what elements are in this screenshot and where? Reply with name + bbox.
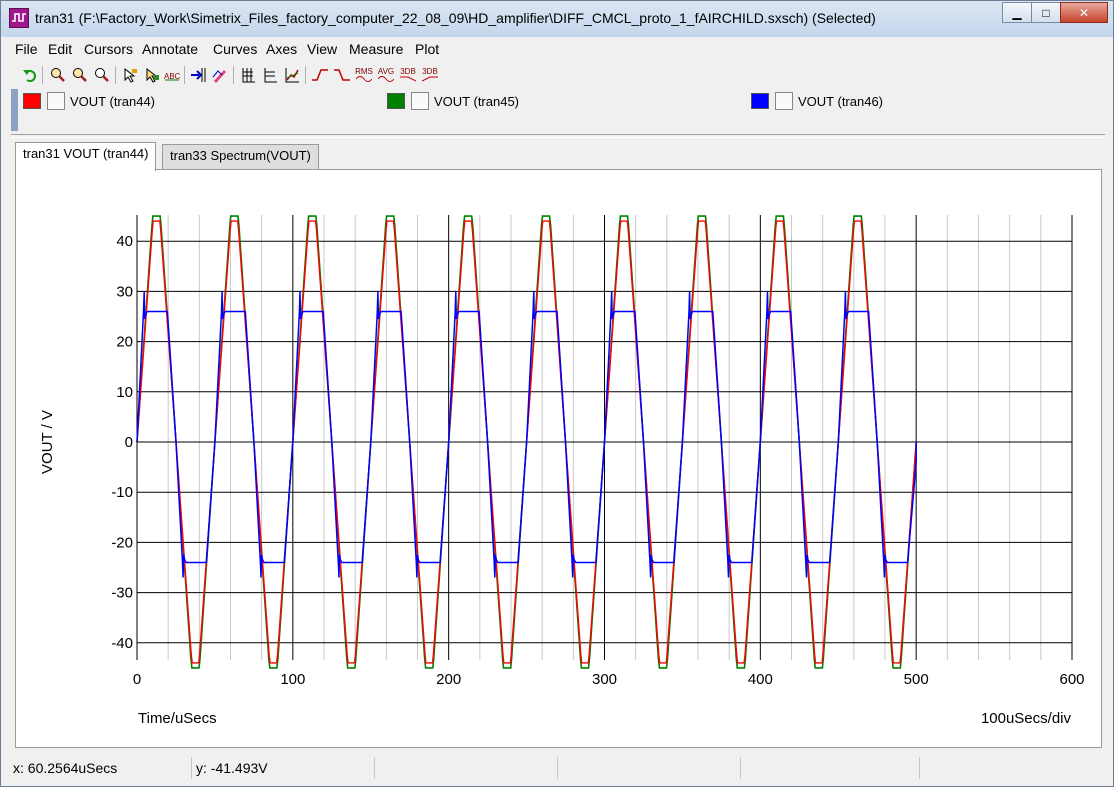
close-icon: ✕ [1078,5,1090,20]
legend-swatch-green [387,93,405,109]
3db-high-icon[interactable]: 3DB [399,66,417,84]
graph-icon[interactable] [283,66,301,84]
grid-b-icon[interactable] [261,66,279,84]
legend-label: VOUT (tran45) [434,94,520,109]
label-abc-icon[interactable]: ABC [163,66,181,84]
avg-icon[interactable]: AVG [377,66,395,84]
y-axis-label: VOUT / V [39,410,56,474]
legend-drag-handle[interactable] [11,89,18,131]
y-tick-label: 40 [116,233,133,250]
rms-label: RMS [355,67,373,76]
legend-checkbox[interactable] [411,92,429,110]
minimize-button[interactable]: ▁ [1002,2,1032,23]
x-tick-label: 100 [280,671,305,688]
legend-label: VOUT (tran44) [70,94,156,109]
edit-curve-icon[interactable] [211,66,229,84]
legend-swatch-blue [751,93,769,109]
3db-low-icon[interactable]: 3DB [421,66,439,84]
fall-icon[interactable] [333,66,351,84]
menu-measure[interactable]: Measure [349,41,403,57]
menu-axes[interactable]: Axes [266,41,297,57]
undo-icon[interactable] [21,66,39,84]
x-axis-label: Time/uSecs [138,710,217,727]
application-window: tran31 (F:\Factory_Work\Simetrix_Files_f… [0,0,1114,787]
divider [11,134,1105,138]
grid-a-icon[interactable] [239,66,257,84]
y-tick-label: -40 [111,635,133,652]
status-cell-empty [375,757,558,779]
x-scale-label: 100uSecs/div [981,710,1072,727]
menu-view[interactable]: View [307,41,337,57]
y-tick-label: 20 [116,334,133,351]
3db-label-a: 3DB [400,67,416,76]
maximize-button[interactable]: □ [1031,2,1061,23]
x-tick-label: 0 [133,671,141,688]
toolbar: ABC RMS AVG 3DB 3DB [11,64,451,86]
y-tick-label: -10 [111,484,133,501]
rise-icon[interactable] [311,66,329,84]
status-bar: x: 60.2564uSecs y: -41.493V [1,753,1113,786]
plot-area[interactable]: 0 100 200 300 400 500 600 -40 -30 -20 -10 0 10 20 30 40… [15,169,1102,748]
minimize-icon: ▁ [1012,5,1022,20]
y-tick-label: -30 [111,585,133,602]
window-title: tran31 (F:\Factory_Work\Simetrix_Files_f… [35,10,876,26]
menu-curves[interactable]: Curves [213,41,257,57]
menu-bar: File Edit Cursors Annotate Curves Axes V… [1,38,1113,60]
cursor-a-icon[interactable] [121,66,139,84]
cursor-b-icon[interactable] [143,66,161,84]
menu-plot[interactable]: Plot [415,41,439,57]
maximize-icon: □ [1042,5,1050,20]
x-tick-label: 400 [748,671,773,688]
x-tick-label: 600 [1059,671,1084,688]
zoom-rect-icon[interactable] [71,66,89,84]
x-tick-label: 500 [904,671,929,688]
y-tick-label: 0 [125,434,133,451]
status-x-readout: x: 60.2564uSecs [9,757,192,779]
menu-annotate[interactable]: Annotate [142,41,198,57]
avg-label: AVG [377,67,395,76]
legend-label: VOUT (tran46) [798,94,884,109]
legend-checkbox[interactable] [47,92,65,110]
add-curve-icon[interactable] [189,66,207,84]
x-tick-label: 200 [436,671,461,688]
x-tick-label: 300 [592,671,617,688]
status-cell-empty [558,757,741,779]
y-tick-label: 10 [116,384,133,401]
menu-edit[interactable]: Edit [48,41,72,57]
rms-icon[interactable]: RMS [355,66,373,84]
close-button[interactable]: ✕ [1060,2,1108,23]
y-tick-label: 30 [116,283,133,300]
status-cell-empty [741,757,920,779]
zoom-in-icon[interactable] [49,66,67,84]
zoom-fit-icon[interactable] [93,66,111,84]
tab-tran31-vout[interactable]: tran31 VOUT (tran44) [15,142,157,171]
y-tick-label: -20 [111,534,133,551]
series-line-tran46 [136,291,917,578]
legend-checkbox[interactable] [775,92,793,110]
waveform-chart[interactable]: 0 100 200 300 400 500 600 -40 -30 -20 -10 0 10 20 30 40… [16,170,1101,747]
title-bar[interactable]: tran31 (F:\Factory_Work\Simetrix_Files_f… [1,1,1113,37]
menu-cursors[interactable]: Cursors [84,41,133,57]
simetrix-app-icon[interactable] [9,8,29,28]
menu-file[interactable]: File [15,41,38,57]
status-y-readout: y: -41.493V [192,757,375,779]
tab-tran33-spectrum[interactable]: tran33 Spectrum(VOUT) [162,144,319,169]
3db-label-b: 3DB [422,67,438,76]
legend-swatch-red [23,93,41,109]
